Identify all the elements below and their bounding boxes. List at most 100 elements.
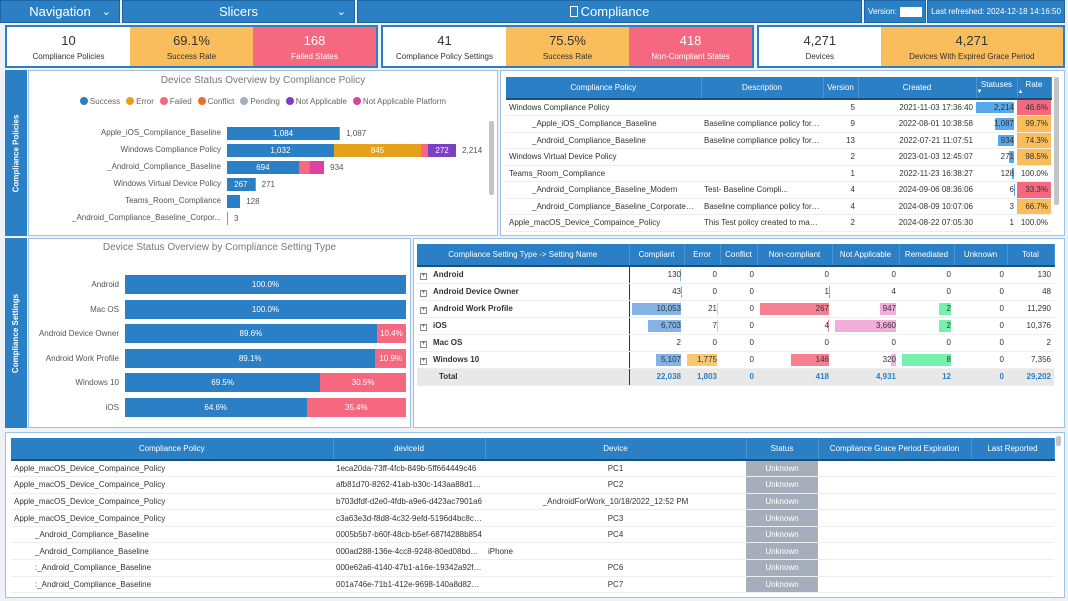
table-row[interactable]: + Windows 10 5,107 1,775 0 146 320 8 0 7,356 (417, 351, 1054, 369)
bar-segment[interactable] (227, 212, 228, 225)
cell-name: + Windows 10 (417, 351, 630, 369)
cell-policy: _Android_Compliance_Baseline (11, 542, 333, 561)
column-header[interactable]: Status (746, 438, 819, 461)
table-row[interactable]: _Apple_iOS_Compliance_Baseline Baseline c… (506, 115, 1051, 133)
bar-segment[interactable]: 35.4% (306, 397, 406, 417)
table-row[interactable]: _Android_Compliance_Baseline_Modern Test-… (506, 181, 1051, 199)
legend-marker (159, 97, 168, 105)
expand-icon[interactable]: + (420, 323, 427, 331)
column-header[interactable]: Error (684, 244, 721, 267)
legend-item[interactable]: Pending (240, 97, 280, 106)
column-header[interactable]: Compliance Policy (506, 77, 702, 100)
bar-segment[interactable] (227, 195, 241, 208)
column-header[interactable]: Version (823, 77, 859, 100)
cell-text: 4 (850, 185, 855, 195)
expand-icon[interactable]: + (420, 289, 427, 297)
column-header[interactable]: Description (701, 77, 824, 100)
table-row[interactable]: _Android_Compliance_Baseline 0005b5b7-b60… (11, 526, 1054, 544)
cell-value: 5,107 (629, 351, 684, 369)
column-header[interactable]: Not Applicable (832, 244, 900, 267)
legend-item[interactable]: Not Applicable (285, 97, 347, 106)
column-header[interactable]: Compliance Setting Type -> Setting Name (417, 244, 630, 267)
bar-segment[interactable] (309, 161, 325, 174)
bar-segment[interactable]: 10.4% (376, 324, 406, 343)
expand-icon[interactable]: + (420, 306, 427, 314)
bar-segment[interactable] (421, 144, 428, 157)
column-header[interactable]: Non-compliant (757, 244, 833, 267)
bar-segment[interactable]: 1,032 (227, 144, 334, 157)
cell-text: 1 (1009, 218, 1014, 228)
bar-segment[interactable]: 30.5% (320, 373, 406, 392)
table-row[interactable]: Windows Compliance Policy 5 2021-11-03 17:… (506, 99, 1051, 116)
table-row[interactable]: + Mac OS 2 0 0 0 0 0 0 2 (417, 334, 1054, 352)
table-row[interactable]: + iOS 6,703 7 0 4 3,660 2 0 10,376 (417, 317, 1054, 335)
table-row[interactable]: + Android Device Owner 43 0 0 1 4 0 0 48 (417, 283, 1054, 301)
table-row[interactable]: Apple_macOS_Device_Compaince_Policy afb81… (11, 476, 1054, 494)
table-row[interactable]: + Android 130 0 0 0 0 0 0 130 (417, 266, 1054, 284)
cell-text: 12 (942, 372, 951, 381)
column-header[interactable]: Statuses ▼ (976, 77, 1018, 100)
table-row[interactable]: Apple_macOS_Device_Compaince_Policy c3a63… (11, 509, 1054, 527)
table-row[interactable]: Windows Virtual Device Policy 2 2023-01-03… (506, 148, 1051, 166)
cell-text: PC7 (607, 579, 624, 589)
cell-policy: Windows Compliance Policy (506, 99, 701, 116)
column-header[interactable]: Compliance Policy (11, 438, 334, 461)
cell-device: PC4 (485, 526, 746, 544)
bar-segment[interactable]: 100.0% (125, 299, 406, 319)
legend-item[interactable]: Error (126, 97, 154, 106)
table-row[interactable]: :_Android_Compliance_Baseline 000e62a6-41… (11, 559, 1054, 577)
legend-item[interactable]: Failed (159, 97, 192, 106)
bar-segment[interactable]: 267 (227, 178, 255, 191)
cell-statuses: 6 (976, 181, 1017, 199)
bar-segment[interactable] (339, 127, 341, 140)
bar-segment[interactable] (254, 178, 256, 191)
legend-item[interactable]: Success (79, 97, 120, 106)
column-header[interactable]: Remediated (899, 244, 955, 267)
column-header[interactable]: Unknown (954, 244, 1008, 267)
bar-segment[interactable]: 69.5% (125, 373, 321, 392)
column-header[interactable]: Compliant (629, 244, 685, 267)
expand-icon[interactable]: + (420, 340, 427, 348)
table-row[interactable]: Apple_macOS_Device_Compaince_Policy b703d… (11, 493, 1054, 511)
column-header[interactable]: Last Reported (971, 438, 1055, 461)
bar-segment[interactable]: 89.1% (125, 348, 376, 368)
column-header[interactable]: Conflict (720, 244, 758, 267)
slicers-dropdown[interactable]: Slicers ⌄ (122, 0, 355, 23)
version-input[interactable] (899, 6, 922, 17)
column-header[interactable]: Compliance Grace Period Expiration (818, 438, 972, 461)
bar-segment[interactable]: 694 (227, 161, 299, 174)
category-label: _Android_Compliance_Baseline_Corpor... (72, 213, 221, 222)
table-row[interactable]: _Android_Compliance_Baseline 000ad288-136… (11, 542, 1054, 561)
scrollbar[interactable] (489, 121, 494, 195)
table-row[interactable]: :_Android_Compliance_Baseline 001a746e-71… (11, 576, 1054, 594)
bar-segment[interactable]: 272 (427, 144, 457, 157)
legend-item[interactable]: Conflict (197, 97, 234, 106)
bar-segment[interactable]: 845 (333, 144, 422, 157)
table-row[interactable]: Apple_macOS_Device_Compaince_Policy This … (506, 214, 1051, 232)
table-row[interactable]: Apple_macOS_Device_Compaince_Policy 1eca2… (11, 460, 1054, 478)
bar-segment[interactable] (298, 161, 309, 174)
total-row[interactable]: Total 22,038 1,803 0 418 4,931 12 0 29,202 (417, 368, 1054, 386)
scrollbar[interactable] (1056, 436, 1061, 446)
expand-icon[interactable]: + (420, 357, 427, 365)
column-header-label: Last Reported (987, 444, 1038, 453)
bar-segment[interactable]: 1,084 (227, 127, 340, 140)
expand-icon[interactable]: + (420, 272, 427, 280)
bar-segment[interactable]: 10.9% (375, 348, 406, 368)
bar-segment[interactable]: 64.6% (125, 397, 307, 417)
bar-segment[interactable]: 89.6% (125, 324, 377, 343)
bar-segment[interactable]: 100.0% (125, 275, 406, 294)
table-row[interactable]: _Android_Compliance_Baseline_Corporate_O… (506, 198, 1051, 215)
table-row[interactable]: _Android_Compliance_Baseline Baseline com… (506, 132, 1051, 149)
table-row[interactable]: Teams_Room_Compliance 1 2022-11-23 16:38:2… (506, 165, 1051, 182)
column-header[interactable]: Total (1007, 244, 1055, 267)
cell-text: 0 (891, 338, 896, 347)
column-header[interactable]: Created (858, 77, 977, 100)
table-row[interactable]: + Android Work Profile 10,053 21 0 267 947 2 0 11… (417, 300, 1054, 318)
column-header[interactable]: Device (485, 438, 747, 461)
column-header[interactable]: Rate ▲ (1017, 77, 1052, 100)
scrollbar[interactable] (1054, 77, 1059, 205)
navigation-dropdown[interactable]: Navigation ⌄ (0, 0, 120, 23)
legend-item[interactable]: Not Applicable Platform (352, 97, 446, 106)
column-header[interactable]: deviceId (333, 438, 486, 461)
